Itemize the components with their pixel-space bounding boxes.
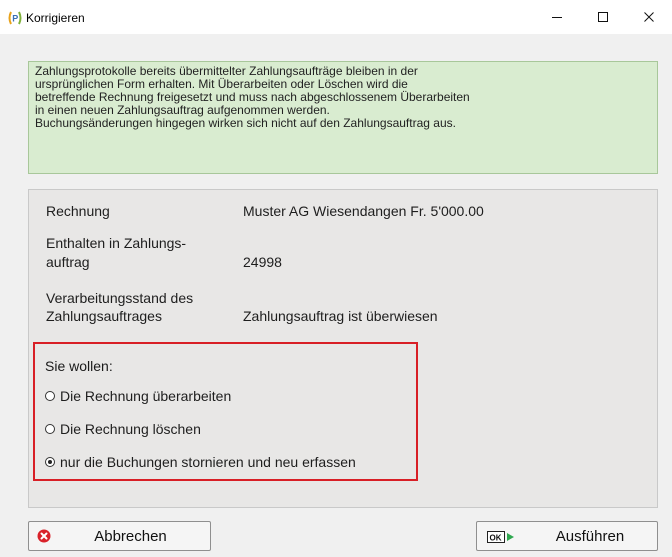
- radio-buchungen-stornieren[interactable]: nur die Buchungen stornieren und neu erf…: [45, 454, 356, 470]
- radio-circle-icon: [45, 424, 55, 434]
- close-icon: [644, 12, 654, 22]
- rechnung-value: Muster AG Wiesendangen Fr. 5'000.00: [243, 203, 484, 219]
- zahlungsauftrag-value: 24998: [243, 254, 282, 270]
- radio-label: nur die Buchungen stornieren und neu erf…: [60, 454, 356, 470]
- dialog-body: Zahlungsprotokolle bereits übermittelter…: [0, 34, 672, 557]
- choice-title: Sie wollen:: [45, 358, 113, 374]
- details-panel: Rechnung Muster AG Wiesendangen Fr. 5'00…: [28, 189, 658, 508]
- verarbeitungsstand-label-line1: Verarbeitungsstand des: [46, 290, 194, 306]
- zahlungsauftrag-label-line1: Enthalten in Zahlungs-: [46, 235, 187, 251]
- rechnung-label: Rechnung: [46, 203, 110, 219]
- minimize-button[interactable]: [534, 0, 580, 34]
- radio-circle-icon: [45, 391, 55, 401]
- app-logo-icon: P: [8, 11, 22, 25]
- svg-text:P: P: [12, 14, 18, 24]
- radio-label: Die Rechnung löschen: [60, 421, 201, 437]
- info-text-line: Buchungsänderungen hingegen wirken sich …: [35, 116, 456, 130]
- window-title: Korrigieren: [26, 11, 85, 25]
- verarbeitungsstand-label-line2: Zahlungsauftrages: [46, 308, 162, 324]
- action-choice-group: Sie wollen: Die Rechnung überarbeiten Di…: [33, 342, 418, 481]
- zahlungsauftrag-label-line2: auftrag: [46, 254, 90, 270]
- radio-checked-icon: [45, 457, 55, 467]
- cancel-button[interactable]: Abbrechen: [28, 521, 211, 551]
- verarbeitungsstand-value: Zahlungsauftrag ist überwiesen: [243, 308, 438, 324]
- radio-label: Die Rechnung überarbeiten: [60, 388, 232, 404]
- info-box: Zahlungsprotokolle bereits übermittelter…: [28, 61, 658, 174]
- maximize-icon: [598, 12, 608, 22]
- radio-rechnung-loeschen[interactable]: Die Rechnung löschen: [45, 421, 201, 437]
- maximize-button[interactable]: [580, 0, 626, 34]
- radio-rechnung-ueberarbeiten[interactable]: Die Rechnung überarbeiten: [45, 388, 231, 404]
- execute-label: Ausführen: [555, 527, 625, 545]
- title-bar: P Korrigieren: [0, 0, 672, 34]
- cancel-label: Abbrechen: [94, 527, 167, 545]
- minimize-icon: [552, 17, 562, 18]
- execute-button[interactable]: OK Ausführen: [476, 521, 658, 551]
- close-button[interactable]: [626, 0, 672, 34]
